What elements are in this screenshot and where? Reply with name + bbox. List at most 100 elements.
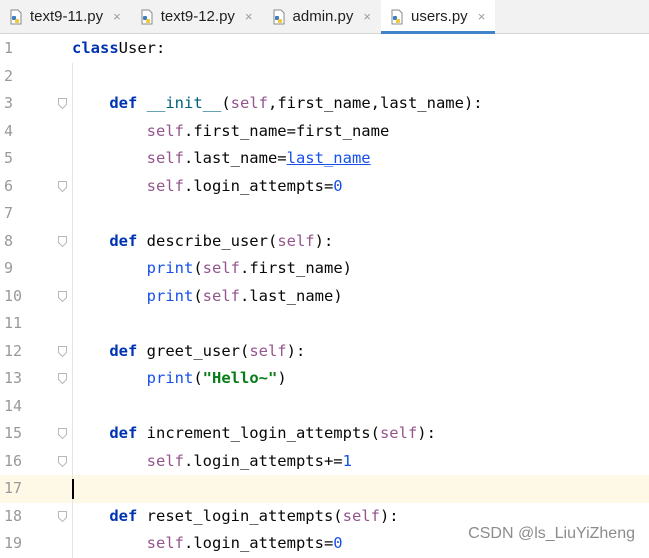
code-token: self [202, 259, 240, 277]
line-number: 2 [4, 66, 14, 85]
code-line[interactable]: 9 print(self.first_name) [0, 255, 649, 283]
code-token: .first_name) [240, 259, 352, 277]
code-token: self [230, 94, 268, 112]
code-text: self.login_attempts=0 [72, 530, 343, 558]
fold-marker-icon[interactable] [58, 455, 67, 467]
line-number: 6 [4, 176, 14, 195]
code-line[interactable]: 7 [0, 200, 649, 228]
line-number: 4 [4, 121, 14, 140]
code-token: ): [314, 231, 334, 250]
code-token: ) [277, 369, 287, 387]
code-token: self [146, 176, 184, 195]
code-token: .login_attempts= [183, 534, 334, 552]
line-number: 11 [4, 314, 23, 332]
line-number: 14 [4, 396, 23, 415]
code-token: def [109, 424, 138, 442]
close-icon[interactable]: × [113, 9, 121, 24]
code-line[interactable]: 15 def increment_login_attempts(self): [0, 420, 649, 448]
code-text: def increment_login_attempts(self): [72, 420, 436, 448]
code-line[interactable]: 1 classUser: [0, 35, 649, 63]
code-line[interactable]: 3 def __init__(self,first_name,last_name… [0, 90, 649, 118]
code-line[interactable]: 12 def greet_user(self): [0, 338, 649, 366]
code-line[interactable]: 16 self.login_attempts+=1 [0, 448, 649, 476]
line-number: 18 [4, 506, 23, 525]
line-number: 5 [4, 149, 14, 167]
tab-label: admin.py [292, 8, 354, 25]
fold-marker-icon[interactable] [58, 235, 67, 247]
code-token: class [72, 39, 119, 57]
tab-users-py[interactable]: users.py × [380, 0, 496, 34]
python-file-icon [10, 9, 22, 24]
tab-text9-12-py[interactable]: text9-12.py × [131, 0, 263, 33]
close-icon[interactable]: × [478, 9, 486, 24]
line-number: 17 [4, 479, 23, 497]
code-token: User: [118, 39, 166, 57]
code-token: ( [193, 259, 203, 277]
code-text: print(self.first_name) [72, 255, 352, 283]
fold-marker-icon[interactable] [58, 345, 67, 357]
code-line[interactable]: 11 [0, 310, 649, 338]
code-text: def describe_user(self): [72, 228, 333, 256]
tab-admin-py[interactable]: admin.py × [263, 0, 381, 33]
line-number: 3 [4, 94, 14, 112]
code-text: print(self.last_name) [72, 283, 343, 311]
editor-tab-bar: text9-11.py × text9-12.py × admin.py × users.p… [0, 0, 649, 34]
code-token: ( [193, 369, 203, 387]
code-text: self.first_name=first_name [72, 118, 390, 146]
code-token: describe_user( [137, 231, 278, 250]
fold-marker-icon[interactable] [58, 180, 67, 192]
close-icon[interactable]: × [363, 9, 371, 24]
code-line[interactable]: 8 def describe_user(self): [0, 228, 649, 256]
fold-marker-icon[interactable] [58, 510, 67, 522]
code-token: .login_attempts= [183, 176, 334, 195]
close-icon[interactable]: × [245, 9, 253, 24]
fold-marker-icon[interactable] [58, 98, 67, 109]
code-text: self.login_attempts=0 [72, 173, 343, 201]
code-line[interactable]: 13 print("Hello~") [0, 365, 649, 393]
code-token: self [146, 534, 184, 552]
code-line[interactable]: 6 self.login_attempts=0 [0, 173, 649, 201]
text-caret [72, 479, 74, 499]
code-text: def __init__(self,first_name,last_name): [72, 90, 483, 118]
code-text: self.login_attempts+=1 [72, 448, 352, 476]
fold-marker-icon[interactable] [58, 428, 67, 439]
code-token: "Hello~" [202, 369, 278, 387]
code-line[interactable]: 10 print(self.last_name) [0, 283, 649, 311]
code-line[interactable]: 5 self.last_name=last_name [0, 145, 649, 173]
code-token: 0 [333, 534, 343, 552]
code-token: greet_user( [137, 341, 250, 360]
code-token: last_name [286, 149, 371, 167]
tab-label: text9-11.py [30, 8, 104, 25]
tab-text9-11-py[interactable]: text9-11.py × [0, 0, 131, 33]
code-text: self.last_name=last_name [72, 145, 371, 173]
code-token: .login_attempts+= [183, 451, 343, 470]
fold-marker-icon[interactable] [58, 373, 67, 384]
fold-marker-icon[interactable] [58, 290, 67, 302]
line-number: 12 [4, 341, 23, 360]
code-token: ,first_name,last_name): [268, 94, 483, 112]
line-number: 8 [4, 231, 14, 250]
code-token: .last_name) [240, 286, 343, 305]
code-editor[interactable]: 1 classUser: 2 3 def __init__(self,first_na… [0, 34, 649, 558]
code-line[interactable]: 14 [0, 393, 649, 421]
python-file-icon [273, 9, 285, 24]
line-number: 7 [4, 204, 14, 222]
code-line[interactable]: 2 [0, 63, 649, 91]
code-line[interactable]: 17 [0, 475, 649, 503]
code-token: .first_name=first_name [183, 121, 390, 140]
code-text: classUser: [72, 35, 165, 63]
code-line[interactable]: 4 self.first_name=first_name [0, 118, 649, 146]
code-token: def [109, 94, 138, 112]
tab-label: users.py [410, 8, 468, 25]
line-number: 16 [4, 451, 23, 470]
